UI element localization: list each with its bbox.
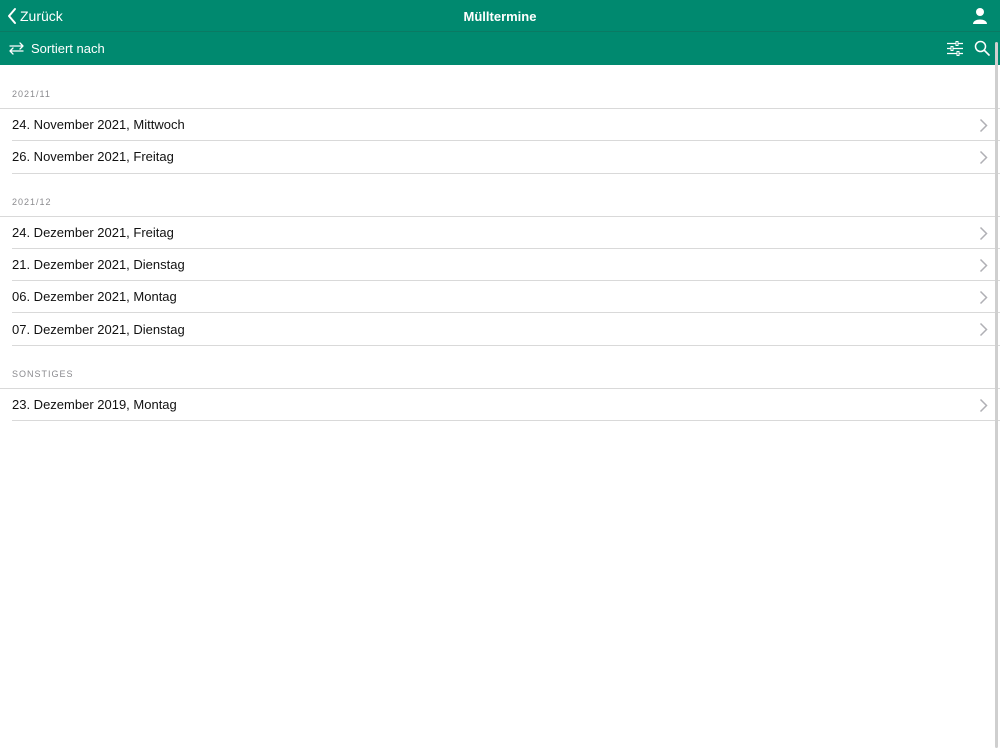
sort-arrows-icon xyxy=(9,41,24,55)
chevron-right-icon xyxy=(979,258,988,272)
list-item[interactable]: 06. Dezember 2021, Montag xyxy=(12,281,1000,314)
list-item-label: 06. Dezember 2021, Montag xyxy=(12,289,177,305)
list-item[interactable]: 24. Dezember 2021, Freitag xyxy=(12,217,1000,249)
chevron-right-icon xyxy=(979,398,988,412)
sliders-icon[interactable] xyxy=(947,41,963,56)
back-label: Zurück xyxy=(20,8,63,24)
list-item-label: 26. November 2021, Freitag xyxy=(12,149,174,165)
chevron-right-icon xyxy=(979,291,988,305)
list-item[interactable]: 21. Dezember 2021, Dienstag xyxy=(12,249,1000,282)
scrollbar[interactable] xyxy=(995,42,998,748)
list-item[interactable]: 24. November 2021, Mittwoch xyxy=(12,109,1000,142)
list-item-label: 24. November 2021, Mittwoch xyxy=(12,117,185,133)
chevron-right-icon xyxy=(979,151,988,165)
chevron-right-icon xyxy=(979,118,988,133)
list-item-label: 07. Dezember 2021, Dienstag xyxy=(12,321,185,337)
toolbar: Sortiert nach xyxy=(0,32,1000,65)
section-header: SONSTIGES xyxy=(0,346,1000,389)
chevron-right-icon xyxy=(979,226,988,240)
page-title: Mülltermine xyxy=(463,8,537,24)
sort-button[interactable]: Sortiert nach xyxy=(8,32,105,65)
sort-label: Sortiert nach xyxy=(31,41,105,56)
section-header: 2021/12 xyxy=(0,174,1000,217)
nav-bar: Zurück Mülltermine xyxy=(0,0,1000,32)
person-icon[interactable] xyxy=(972,7,988,25)
list-item[interactable]: 23. Dezember 2019, Montag xyxy=(12,389,1000,422)
schedule-list: 2021/11 24. November 2021, Mittwoch 26. … xyxy=(0,65,1000,750)
back-button[interactable]: Zurück xyxy=(6,0,63,32)
search-icon[interactable] xyxy=(974,40,990,56)
list-item-label: 24. Dezember 2021, Freitag xyxy=(12,224,174,240)
list-item-label: 21. Dezember 2021, Dienstag xyxy=(12,257,185,273)
list-item[interactable]: 26. November 2021, Freitag xyxy=(12,141,1000,174)
chevron-right-icon xyxy=(979,323,988,337)
chevron-left-icon xyxy=(8,8,16,24)
list-item[interactable]: 07. Dezember 2021, Dienstag xyxy=(12,313,1000,346)
list-item-label: 23. Dezember 2019, Montag xyxy=(12,396,177,412)
section-header: 2021/11 xyxy=(0,65,1000,109)
